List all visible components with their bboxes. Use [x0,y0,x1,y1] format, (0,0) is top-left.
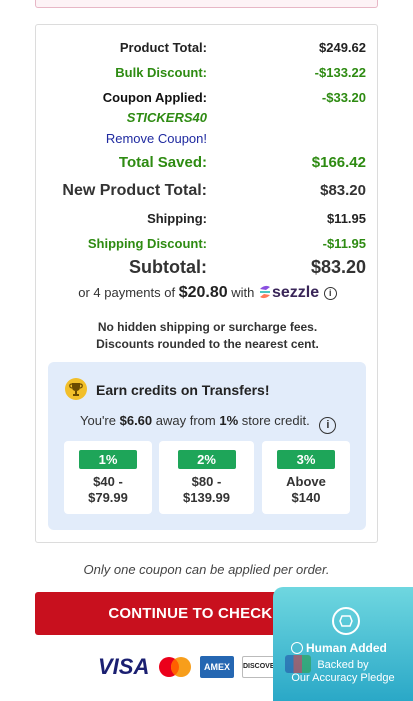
badge-line1: Backed by [317,659,369,671]
tier-range-line1: Above [286,474,326,489]
coupon-applied-label: Coupon Applied: [102,90,207,105]
credits-away-pct: 1% [219,413,239,428]
bulk-discount-label: Bulk Discount: [115,65,207,80]
order-summary-panel: Product Total: $249.62 Bulk Discount: -$… [35,24,378,543]
mastercard-icon [157,656,193,678]
shipping-value: $11.95 [326,211,366,226]
credits-away-suffix: store credit. [241,413,310,428]
credits-away-prefix: You're [80,413,116,428]
installment-prefix: or 4 payments of [78,285,176,300]
coupon-policy-note: Only one coupon can be applied per order… [83,562,330,577]
product-total-value: $249.62 [319,40,366,55]
tier-percent: 2% [177,450,236,469]
human-added-badge[interactable]: Human Added Backed by Our Accuracy Pledg… [273,587,413,701]
info-icon[interactable]: i [319,417,337,434]
tier-range: $40 - $79.99 [64,474,152,506]
tier-range-line2: $139.99 [183,490,230,505]
installment-offer: or 4 payments of $20.80 with sezzle i [36,284,379,303]
credit-tier-1: 1% $40 - $79.99 [64,441,152,514]
sezzle-wordmark[interactable]: sezzle [272,284,319,301]
badge-line2: Our Accuracy Pledge [291,672,395,684]
sezzle-logo-icon[interactable] [258,284,272,303]
installment-amount: $20.80 [178,284,228,301]
notice-line-2: Discounts rounded to the nearest cent. [96,337,319,351]
trophy-icon [65,378,87,400]
coupon-value: -$33.20 [321,90,366,105]
check-icon [291,642,303,654]
credits-away-middle: away from [155,413,216,428]
tier-range: Above $140 [262,474,350,506]
badge-subtitle: Backed by Our Accuracy Pledge [273,659,413,685]
notice-line-1: No hidden shipping or surcharge fees. [97,320,318,334]
credit-tier-3: 3% Above $140 [262,441,350,514]
product-total-label: Product Total: [119,40,207,55]
credits-title: Earn credits on Transfers! [96,382,270,398]
shipping-discount-label: Shipping Discount: [87,236,207,251]
subtotal-label: Subtotal: [129,257,207,277]
subtotal-value: $83.20 [310,257,366,277]
new-product-total-value: $83.20 [320,182,366,199]
tier-range-line2: $140 [291,490,321,505]
shipping-label: Shipping: [147,211,207,226]
amex-logo: AMEX [200,656,234,678]
tier-range-line2: $79.99 [88,490,128,505]
info-icon[interactable]: i [323,287,337,300]
top-panel-edge [35,0,378,8]
tier-range-line1: $80 - [191,474,222,489]
remove-coupon-link[interactable]: Remove Coupon! [106,131,207,146]
total-saved-label: Total Saved: [118,154,207,171]
visa-logo: VISA [98,654,150,679]
badge-title: Human Added [291,641,387,655]
shield-icon [332,607,360,635]
credit-tier-2: 2% $80 - $139.99 [159,441,254,514]
tier-percent: 1% [79,450,137,469]
total-saved-value: $166.42 [311,154,366,171]
credits-away-amount: $6.60 [119,413,153,428]
credits-progress-text: You're $6.60 away from 1% store credit. … [80,413,337,434]
new-product-total-label: New Product Total: [62,182,207,199]
badge-title-text: Human Added [306,641,387,655]
bulk-discount-value: -$133.22 [314,65,366,80]
tier-percent: 3% [277,450,335,469]
installment-with: with [231,285,255,300]
tier-range-line1: $40 - [93,474,123,489]
coupon-code: STICKERS40 [126,110,207,125]
tier-range: $80 - $139.99 [159,474,254,506]
shipping-discount-value: -$11.95 [322,236,366,251]
transfer-credits-box: Earn credits on Transfers! You're $6.60 … [48,362,366,530]
